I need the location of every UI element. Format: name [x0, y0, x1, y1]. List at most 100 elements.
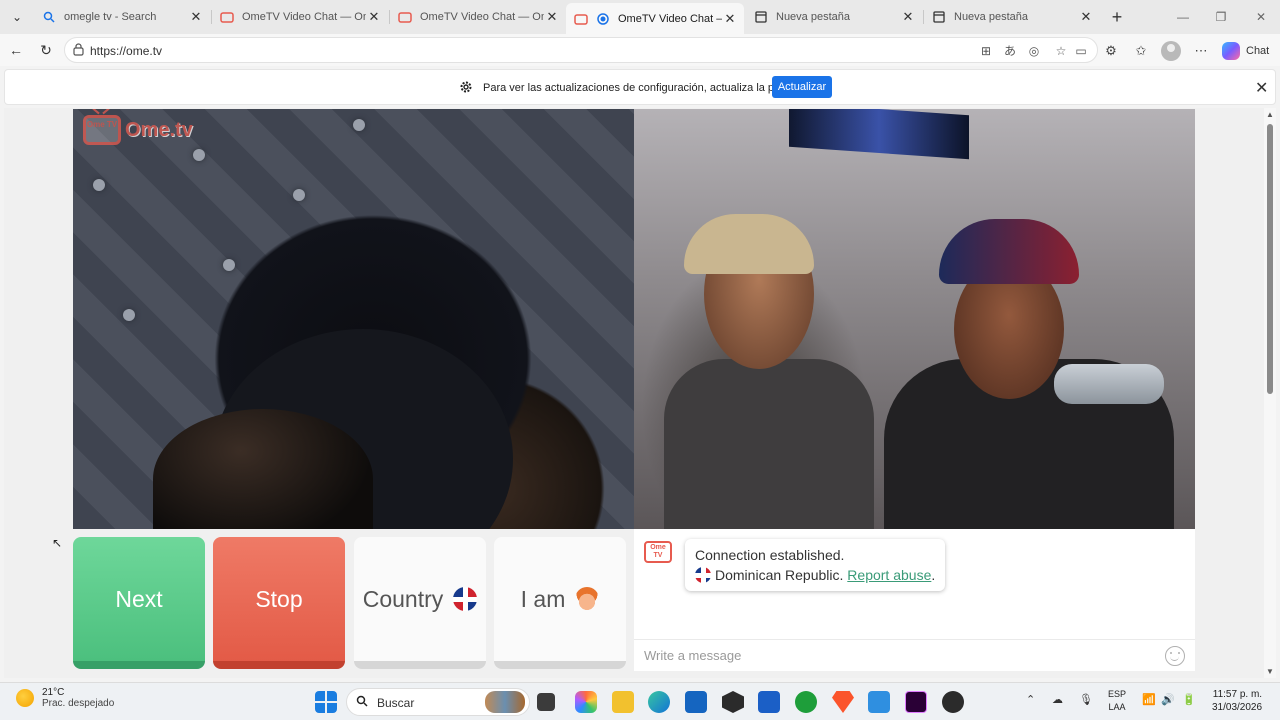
country-button[interactable]: Country — [354, 537, 486, 669]
temperature: 21°C — [42, 687, 65, 698]
minimize-icon[interactable]: — — [1168, 6, 1198, 28]
wifi-icon[interactable]: 📶 — [1142, 693, 1156, 706]
tab-actions-chevron-icon[interactable]: ⌄ — [6, 6, 28, 28]
chevron-up-icon[interactable]: ⌃ — [1026, 693, 1035, 706]
tab-ometv-active[interactable]: OmeTV Video Chat — Omegle ✕ — [566, 3, 744, 34]
connection-status: Connection established. — [695, 547, 845, 563]
volume-icon[interactable]: 🔊 — [1161, 693, 1175, 706]
system-clock[interactable]: 11:57 p. m. 31/03/2026 — [1212, 688, 1262, 714]
new-tab-plus-icon[interactable]: + — [1106, 6, 1128, 28]
iam-label: I am — [520, 585, 566, 612]
weather-desc: Prac. despejado — [42, 698, 115, 709]
tab-nueva-1[interactable]: Nueva pestaña ✕ — [746, 5, 922, 29]
taskbar-search[interactable]: Buscar — [346, 688, 530, 716]
restore-icon[interactable]: ❐ — [1206, 6, 1236, 28]
weather-widget[interactable]: 21°C Prac. despejado — [16, 687, 114, 709]
ometv-avatar-icon: Ome TV — [644, 541, 672, 563]
close-tab-icon[interactable]: ✕ — [1078, 9, 1094, 25]
photos-icon[interactable] — [868, 691, 890, 713]
premiere-icon[interactable] — [905, 691, 927, 713]
microphone — [1054, 364, 1164, 404]
country-label: Country — [362, 585, 444, 612]
mouse-cursor-icon: ↖ — [52, 536, 63, 550]
tab-title: OmeTV Video Chat — Omegle — [420, 11, 544, 23]
logo-tv-icon: Ome TV — [83, 115, 121, 145]
newtab-icon — [754, 10, 768, 24]
close-icon[interactable]: ✕ — [1255, 78, 1268, 98]
favorite-star-icon[interactable]: ☆ — [1053, 43, 1069, 59]
battery-icon[interactable]: 🔋 — [1182, 693, 1196, 706]
app-blue-icon[interactable] — [758, 691, 780, 713]
gender-button[interactable]: I am — [494, 537, 626, 669]
headboard-tuft — [193, 149, 205, 161]
close-tab-icon[interactable]: ✕ — [722, 11, 738, 27]
apps-grid-icon[interactable]: ⊞ — [978, 43, 994, 59]
ometv-logo: Ome TV Ome.tv — [83, 115, 193, 145]
ometv-icon — [398, 10, 412, 24]
language-indicator[interactable]: ESP LAA — [1108, 688, 1126, 714]
message-input[interactable]: Write a message — [634, 639, 1195, 671]
ometv-page: Ome TV Ome.tv Next Stop Country I am Ome… — [4, 108, 1264, 678]
gear-icon — [459, 80, 473, 97]
tab-strip: ⌄ omegle tv - Search ✕ OmeTV Video Chat … — [0, 0, 1280, 34]
report-abuse-link[interactable]: Report abuse — [847, 567, 931, 583]
tab-title: Nueva pestaña — [954, 11, 1028, 23]
close-tab-icon[interactable]: ✕ — [188, 9, 204, 25]
store-icon[interactable] — [685, 691, 707, 713]
stop-button[interactable]: Stop — [213, 537, 345, 669]
close-tab-icon[interactable]: ✕ — [900, 9, 916, 25]
profile-avatar[interactable] — [1161, 41, 1181, 61]
more-dots-circle-icon[interactable]: ◎ — [1026, 43, 1042, 59]
copilot-chat-button[interactable]: Chat — [1222, 41, 1269, 61]
system-message: Connection established. Dominican Republ… — [685, 539, 946, 591]
task-view-icon[interactable] — [537, 693, 555, 711]
next-button[interactable]: Next — [73, 537, 205, 669]
close-tab-icon[interactable]: ✕ — [366, 9, 382, 25]
navigation-bar: ← ↻ https://ome.tv ⊞ あ ◎ ☆ ▭ ⚙ ✩ ⋯ Chat — [0, 34, 1280, 66]
scroll-thumb[interactable] — [1267, 124, 1273, 394]
chat-panel: Ome TV Connection established. Dominican… — [634, 529, 1195, 671]
brave-icon[interactable] — [832, 691, 854, 713]
page-scrollbar[interactable]: ▲ ▼ — [1264, 108, 1276, 678]
emoji-smile-icon[interactable] — [1165, 646, 1185, 666]
update-button[interactable]: Actualizar — [772, 76, 832, 98]
close-window-icon[interactable]: ✕ — [1246, 6, 1276, 28]
obs-icon[interactable] — [942, 691, 964, 713]
translate-icon[interactable]: あ — [1002, 43, 1018, 59]
back-arrow-icon[interactable]: ← — [6, 40, 26, 60]
recording-icon — [596, 12, 610, 26]
search-icon — [356, 695, 368, 710]
settings-more-icon[interactable]: ⋯ — [1192, 42, 1210, 60]
address-bar[interactable]: https://ome.tv ⊞ あ ◎ ☆ ▭ — [64, 37, 1098, 63]
windows-start-icon[interactable] — [315, 691, 337, 713]
person-left — [644, 159, 874, 529]
app-hexagon-icon[interactable] — [722, 691, 744, 713]
headboard-tuft — [93, 179, 105, 191]
message-placeholder: Write a message — [644, 648, 742, 663]
close-tab-icon[interactable]: ✕ — [544, 9, 560, 25]
headboard-tuft — [123, 309, 135, 321]
favorites-icon[interactable]: ✩ — [1132, 42, 1150, 60]
stop-label: Stop — [255, 585, 303, 612]
tab-nueva-2[interactable]: Nueva pestaña ✕ — [924, 5, 1100, 29]
copilot-app-icon[interactable] — [575, 691, 597, 713]
edge-icon[interactable] — [648, 691, 670, 713]
onedrive-icon[interactable]: ☁ — [1052, 693, 1063, 706]
file-explorer-icon[interactable] — [612, 691, 634, 713]
tab-title: OmeTV Video Chat — Omegle — [242, 11, 366, 23]
refresh-icon[interactable]: ↻ — [36, 40, 56, 60]
copilot-icon — [1222, 42, 1240, 60]
url-text: https://ome.tv — [90, 44, 163, 58]
tab-ometv-1[interactable]: OmeTV Video Chat — Omegle ✕ — [212, 5, 388, 29]
scroll-up-icon[interactable]: ▲ — [1266, 110, 1274, 119]
xbox-icon[interactable] — [795, 691, 817, 713]
extension-icon[interactable]: ⚙ — [1102, 42, 1120, 60]
tab-omegle-search[interactable]: omegle tv - Search ✕ — [34, 5, 210, 29]
camera-icon[interactable]: ▭ — [1073, 43, 1089, 59]
tab-ometv-2[interactable]: OmeTV Video Chat — Omegle ✕ — [390, 5, 566, 29]
scroll-down-icon[interactable]: ▼ — [1266, 667, 1274, 676]
search-highlight-image — [485, 691, 525, 713]
chat-label: Chat — [1246, 45, 1270, 57]
microphone-icon[interactable]: 🎙 — [1079, 693, 1093, 706]
next-label: Next — [115, 585, 163, 612]
